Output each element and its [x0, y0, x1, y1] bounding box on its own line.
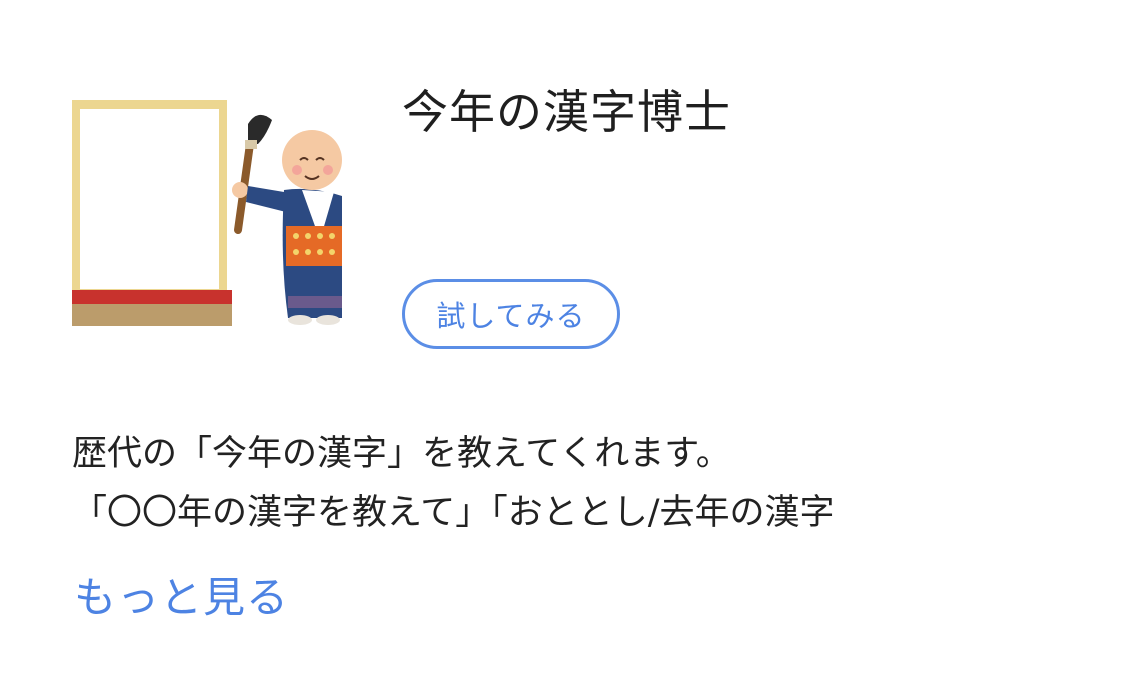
skill-description: 歴代の「今年の漢字」を教えてくれます。 「〇〇年の漢字を教えて」「おととし/去年… — [72, 425, 1072, 543]
skill-card: 今年の漢字博士 試してみる 歴代の「今年の漢字」を教えてくれます。 「〇〇年の漢… — [0, 0, 1125, 684]
skill-title: 今年の漢字博士 — [402, 85, 731, 139]
description-line-2: 「〇〇年の漢字を教えて」「おととし/去年の漢字 — [72, 493, 835, 533]
more-link[interactable]: もっと見る — [74, 568, 289, 628]
description-line-1: 歴代の「今年の漢字」を教えてくれます。 — [72, 434, 731, 474]
try-button[interactable]: 試してみる — [402, 279, 620, 349]
kanji-scroll-monk-icon — [72, 100, 342, 326]
